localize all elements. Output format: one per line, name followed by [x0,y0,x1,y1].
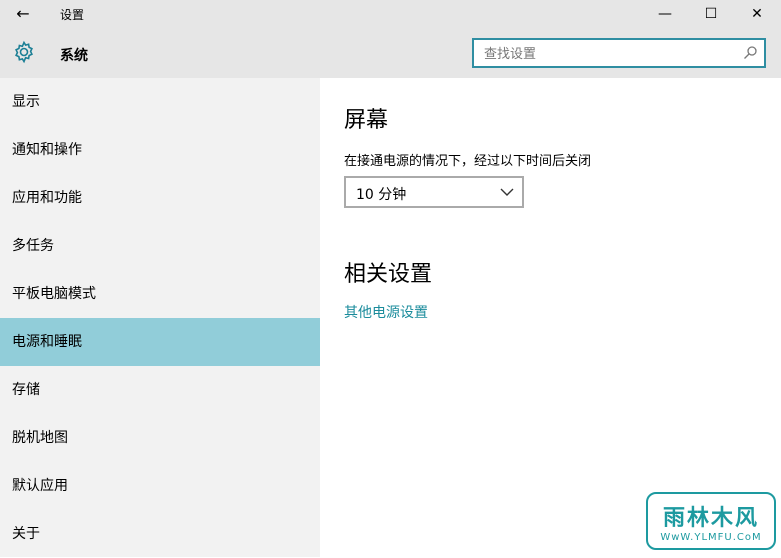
sidebar: 显示 通知和操作 应用和功能 多任务 平板电脑模式 电源和睡眠 存储 脱机地图 … [0,78,320,557]
back-button[interactable]: ← [12,4,34,24]
page-header: 系统 [0,28,781,78]
sidebar-item-apps-features[interactable]: 应用和功能 [0,174,320,222]
screen-description: 在接通电源的情况下，经过以下时间后关闭 [344,154,592,169]
chevron-down-icon [500,188,514,196]
sidebar-item-tablet-mode[interactable]: 平板电脑模式 [0,270,320,318]
watermark-url: WwW.YLMFU.CoM [660,532,762,543]
search-input[interactable] [482,44,736,64]
minimize-button[interactable]: — [642,0,688,28]
sidebar-item-about[interactable]: 关于 [0,510,320,558]
page-title: 系统 [60,48,88,64]
watermark-text: 雨林木风 [662,506,759,531]
main-content: 屏幕 在接通电源的情况下，经过以下时间后关闭 10 分钟 相关设置 其他电源设置 [320,78,781,557]
sidebar-item-notifications[interactable]: 通知和操作 [0,126,320,174]
screen-heading: 屏幕 [344,108,389,133]
sidebar-item-multitasking[interactable]: 多任务 [0,222,320,270]
sidebar-item-storage[interactable]: 存储 [0,366,320,414]
window-title: 设置 [60,8,85,22]
dropdown-value: 10 分钟 [356,187,407,203]
sidebar-item-default-apps[interactable]: 默认应用 [0,462,320,510]
watermark-logo: 雨林木风 WwW.YLMFU.CoM [646,492,776,550]
sidebar-item-offline-maps[interactable]: 脱机地图 [0,414,320,462]
search-box[interactable] [472,38,766,68]
title-bar: ← 设置 — ☐ ✕ [0,0,781,28]
screen-timeout-dropdown[interactable]: 10 分钟 [344,176,524,208]
sidebar-item-power-sleep[interactable]: 电源和睡眠 [0,318,320,366]
maximize-button[interactable]: ☐ [688,0,734,28]
close-button[interactable]: ✕ [734,0,780,28]
sidebar-item-display[interactable]: 显示 [0,78,320,126]
related-settings-heading: 相关设置 [344,262,433,287]
search-icon[interactable] [742,45,758,61]
other-power-settings-link[interactable]: 其他电源设置 [344,302,428,322]
gear-icon [15,40,33,64]
